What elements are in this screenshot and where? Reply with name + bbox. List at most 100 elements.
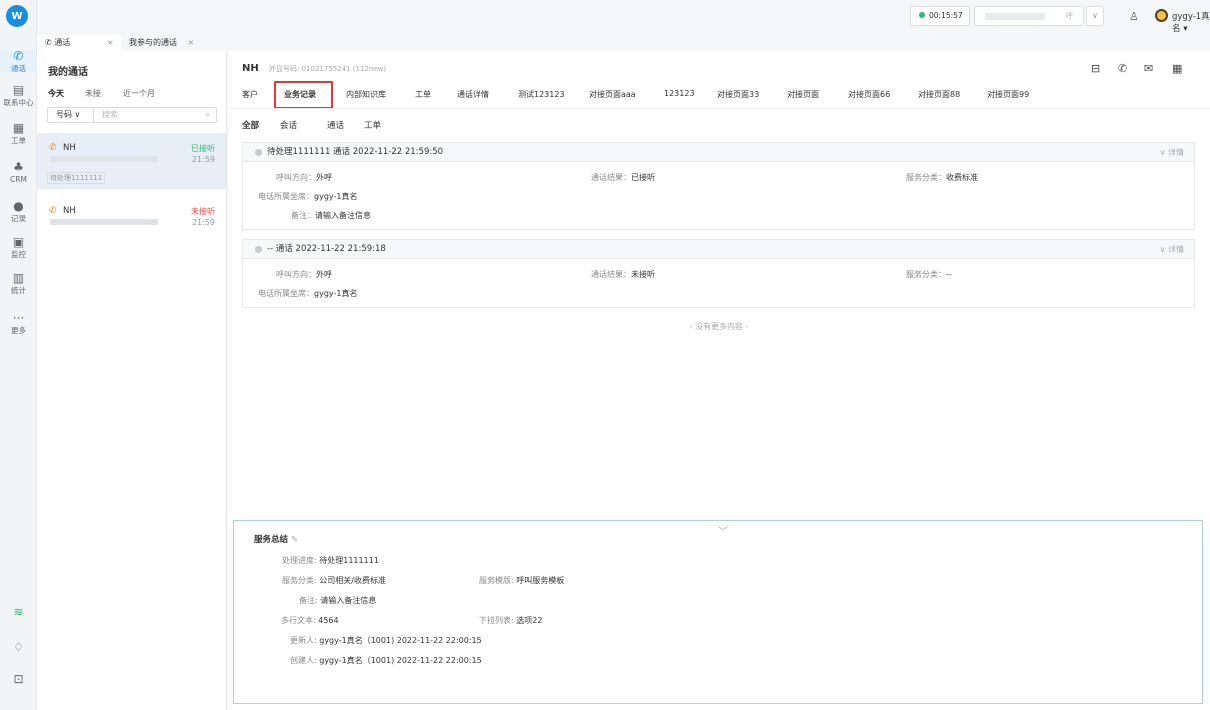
record-field: 服务分类：收费标准 [906,173,978,182]
nav-stats[interactable]: ▥ 统计 [0,271,37,296]
nav-contact-center[interactable]: ▤ 联系中心 [0,83,37,108]
search-input[interactable]: 搜索 ⌕ [93,107,217,123]
record-field: 备注：请输入备注信息 [291,211,371,220]
list-title: 我的通话 [48,67,88,78]
outbound-number-select[interactable]: 呼 [974,6,1084,26]
number-dropdown-button[interactable]: ∨ [1086,6,1104,26]
edit-icon[interactable]: ✎ [291,535,298,545]
record-field: 电话所属坐席：gygy-1真名 [258,289,358,298]
tab-page-66[interactable]: 对接页面66 [848,89,890,100]
outgoing-call-icon: ✆ [49,206,57,216]
tab-tickets[interactable]: 工单 [415,89,431,100]
status-badge: 未接听 [191,207,215,216]
chevron-down-icon[interactable]: ﹀ [718,523,728,538]
list-item[interactable]: ✆ NH 未接听 21:59 [37,196,226,252]
ticket-tag: 待处理1111111 [47,172,106,184]
summary-field: 更新人: gygy-1真名（1001) 2022-11-22 22:00:15 [290,636,482,645]
record-field: 呼叫方向：外呼 [276,173,332,182]
tab-page-99[interactable]: 对接页面99 [987,89,1029,100]
status-dot-icon [919,12,925,18]
masked-number [50,219,158,225]
customer-name: NH [242,63,259,74]
crm-icon: ♣ [13,160,24,174]
record-icon: ● [13,199,24,213]
stats-icon: ▥ [12,271,25,285]
tab-customer[interactable]: 客户 [242,89,258,100]
phone-icon[interactable]: ✆ [1118,62,1127,75]
tab-page[interactable]: 对接页面 [787,89,819,100]
summary-field: 处理进度: 待处理1111111 [282,556,379,565]
number-type-select[interactable]: 号码 ∨ [47,107,93,123]
record-field: 呼叫方向：外呼 [276,270,332,279]
details-toggle[interactable]: ∨ 详情 [1160,143,1184,162]
no-more-content: - 没有更多内容 - [689,322,749,331]
highlight-box [274,81,333,109]
tab-call-details[interactable]: 通话详情 [457,89,489,100]
status-dot-icon [255,246,262,253]
search-icon[interactable]: ⌕ [206,108,210,122]
left-rail: W ✆ 通话 ▤ 联系中心 ▦ 工单 ♣ CRM ● 记录 ▣ 监控 ▥ 统计 … [0,0,37,710]
user-menu[interactable]: gygy-1真名 ▾ [1172,10,1210,34]
nav-monitor[interactable]: ▣ 监控 [0,236,37,260]
record-field: 通话结果：已接听 [591,173,655,182]
close-icon[interactable]: × [188,38,195,47]
record-field: 通话结果：未接听 [591,270,655,279]
subtab-session[interactable]: 会话 [280,119,297,131]
app-logo: W [6,5,28,27]
contacts-icon: ▤ [12,83,25,97]
tab-page-88[interactable]: 对接页面88 [918,89,960,100]
filter-month[interactable]: 近一个月 [123,88,155,99]
agent-status-icon[interactable]: ♙ [1129,10,1139,23]
summary-field: 服务分类: 公司相关/收费标准 [282,576,386,585]
nav-crm[interactable]: ♣ CRM [0,160,37,185]
ticket-icon: ▦ [12,121,25,135]
masked-number [50,156,158,162]
nav-calls[interactable]: ✆ 通话 [0,49,37,73]
calendar-icon[interactable]: ▦ [1172,62,1182,75]
display-number: 外显号码: 01021755241 (112new) [269,65,387,73]
tab-calls[interactable]: ✆ 通话 × [37,35,121,51]
record-header[interactable]: -- 通话 2022-11-22 21:59:18 ∨ 详情 [243,240,1194,259]
subtab-call[interactable]: 通话 [327,119,344,131]
call-tab-strip: ✆ 通话 × 我参与的通话 × [37,33,227,51]
nav-more[interactable]: ··· 更多 [0,312,37,336]
tab-test[interactable]: 测试123123 [518,89,565,100]
call-list-panel: 我的通话 今天 未接 近一个月 号码 ∨ 搜索 ⌕ ✆ NH 已接听 21:59… [37,51,227,710]
summary-field: 备注: 请输入备注信息 [299,596,377,605]
status-dot-icon [255,149,262,156]
record-field: 服务分类：-- [906,270,952,279]
masked-number [985,13,1045,20]
close-icon[interactable]: × [107,35,114,51]
note-icon[interactable]: ⊟ [1091,62,1100,75]
record-field: 电话所属坐席：gygy-1真名 [258,192,358,201]
nav-records[interactable]: ● 记录 [0,199,37,224]
list-item[interactable]: ✆ NH 已接听 21:59 待处理1111111 [37,133,226,189]
details-toggle[interactable]: ∨ 详情 [1160,240,1184,259]
tab-123123[interactable]: 123123 [664,89,695,98]
tab-knowledge-base[interactable]: 内部知识库 [346,89,386,100]
call-timer: 00:15:57 [910,6,970,26]
filter-missed[interactable]: 未接 [85,88,101,99]
phone-icon: ✆ [13,49,24,63]
wifi-icon[interactable]: ≋ [0,606,37,618]
outgoing-call-icon: ✆ [49,143,57,153]
summary-field: 多行文本: 4564 [281,616,339,625]
status-badge: 已接听 [191,144,215,153]
tab-page-33[interactable]: 对接页面33 [717,89,759,100]
tab-my-calls[interactable]: 我参与的通话 × [121,35,202,51]
record-card: -- 通话 2022-11-22 21:59:18 ∨ 详情 呼叫方向：外呼 通… [242,239,1195,308]
avatar[interactable] [1155,9,1168,22]
mail-icon[interactable]: ✉ [1144,62,1153,75]
subtab-ticket[interactable]: 工单 [364,119,381,131]
nav-tickets[interactable]: ▦ 工单 [0,121,37,146]
export-icon[interactable]: ⊡ [0,673,37,685]
summary-title: 服务总结 ✎ [254,535,299,545]
tab-page-aaa[interactable]: 对接页面aaa [589,89,636,100]
tab-divider [228,108,1210,109]
summary-field: 创建人: gygy-1真名（1001) 2022-11-22 22:00:15 [290,656,482,665]
subtab-all[interactable]: 全部 [242,119,259,131]
service-summary-panel: ﹀ 服务总结 ✎ 处理进度: 待处理1111111 服务分类: 公司相关/收费标… [233,520,1203,704]
record-header[interactable]: 待处理1111111 通话 2022-11-22 21:59:50 ∨ 详情 [243,143,1194,162]
filter-today[interactable]: 今天 [48,88,64,99]
bell-icon[interactable]: ♢ [0,641,37,653]
